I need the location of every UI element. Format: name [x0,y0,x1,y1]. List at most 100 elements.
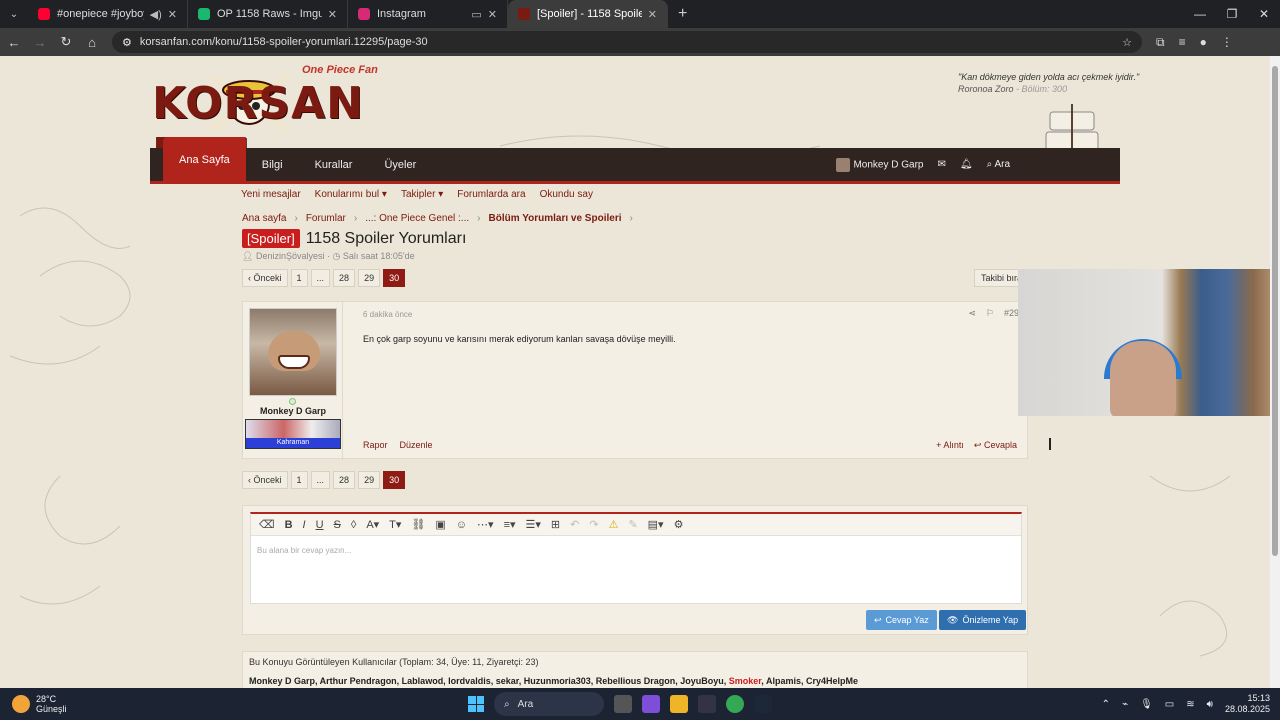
page-link[interactable]: 1 [290,471,308,489]
page-prev[interactable]: ‹ Önceki [242,471,288,489]
subnav-my-threads[interactable]: Konularımı bul ▾ [315,189,387,200]
thread-prefix-badge[interactable]: [Spoiler] [242,229,300,248]
viewer-names[interactable]: Monkey D Garp, Arthur Pendragon, Lablawo… [249,676,729,686]
extensions-icon[interactable]: ⧉ [1156,35,1165,50]
app-icon[interactable] [698,695,716,713]
browser-tab-youtube[interactable]: #onepiece #joyboy - YouTube ◀) ✕ [28,0,188,28]
copilot-icon[interactable] [642,695,660,713]
thread-author[interactable]: DenizinŞövalyesi [256,251,325,261]
weather-widget[interactable]: 28°C Güneşli [12,694,67,714]
thread-time[interactable]: Salı saat 18:05'de [343,251,415,261]
close-tab-icon[interactable]: ✕ [168,8,177,21]
page-scrollbar[interactable] [1270,56,1280,688]
viewer-names[interactable]: , Alpamis, Cry4HelpMe [761,676,858,686]
subnav-watched[interactable]: Takipler ▾ [401,189,443,200]
align-icon[interactable]: ≡▾ [504,518,516,531]
display-icon[interactable]: ▭ [1165,699,1174,710]
back-icon[interactable]: ← [2,30,26,54]
preview-button[interactable]: 👁︎ Önizleme Yap [939,610,1027,630]
clock[interactable]: 15:13 28.08.2025 [1225,693,1270,715]
eraser-icon[interactable]: ⌫ [259,518,275,531]
bookmark-icon[interactable]: ⚐ [986,308,994,319]
home-icon[interactable]: ⌂ [80,30,104,54]
italic-icon[interactable]: I [303,519,306,531]
wifi-icon[interactable]: ≋ [1186,699,1194,710]
pip-icon[interactable]: ▭ [471,8,481,21]
breadcrumb-item[interactable]: ...: One Piece Genel :... [365,213,469,224]
avatar[interactable] [249,308,337,396]
font-size-icon[interactable]: T▾ [389,518,401,531]
subnav-new-posts[interactable]: Yeni mesajlar [241,189,301,200]
speaker-icon[interactable]: ◀) [150,8,162,21]
post-time[interactable]: 6 dakika önce [363,310,412,319]
quote-button[interactable]: + Alıntı [936,440,964,451]
more-icon[interactable]: ⋯▾ [477,518,494,531]
close-tab-icon[interactable]: ✕ [488,8,497,21]
emoji-icon[interactable]: ☺ [456,519,467,531]
tab-search-icon[interactable]: ⌄ [0,0,28,28]
color-icon[interactable]: ◊ [351,519,356,531]
bell-icon[interactable]: 🔔︎ [960,159,973,170]
mic-icon[interactable]: 🎙︎ [1140,699,1153,710]
reload-icon[interactable]: ↻ [54,30,78,54]
page-current[interactable]: 30 [383,471,406,489]
breadcrumb-item[interactable]: Forumlar [306,213,346,224]
address-bar[interactable]: ⚙ korsanfan.com/konu/1158-spoiler-yoruml… [112,31,1142,53]
nav-rules[interactable]: Kurallar [299,147,369,183]
chrome-icon[interactable] [726,695,744,713]
site-logo[interactable]: KORSAN FAN One Piece Fan [152,64,437,180]
new-tab-icon[interactable]: + [668,5,697,23]
share-icon[interactable]: ⋖ [968,308,976,319]
bold-icon[interactable]: B [285,519,293,531]
viewer-name-highlight[interactable]: Smoker [729,676,762,686]
post-number[interactable]: #29 [1004,308,1019,319]
start-icon[interactable] [468,696,484,712]
nav-search[interactable]: ⌕ Ara [987,159,1010,170]
close-tab-icon[interactable]: ✕ [328,8,337,21]
file-explorer-icon[interactable] [670,695,688,713]
close-tab-icon[interactable]: ✕ [648,8,657,21]
breadcrumb-item[interactable]: Ana sayfa [242,213,286,224]
list-icon[interactable]: ☰▾ [526,518,541,531]
subnav-search-forums[interactable]: Forumlarda ara [457,189,525,200]
nav-user-account[interactable]: Monkey D Garp [836,157,924,172]
underline-icon[interactable]: U [316,519,324,531]
network-icon[interactable]: ⌁ [1122,699,1128,710]
minimize-icon[interactable]: — [1184,0,1216,28]
inbox-icon[interactable]: ✉ [938,159,946,170]
close-window-icon[interactable]: ✕ [1248,0,1280,28]
page-link[interactable]: 29 [358,471,381,489]
page-link[interactable]: 28 [333,471,356,489]
page-link[interactable]: 1 [290,269,308,287]
report-button[interactable]: Rapor [363,440,388,450]
post-username[interactable]: Monkey D Garp [243,406,343,416]
nav-home[interactable]: Ana Sayfa [163,136,246,183]
settings-icon[interactable]: ⚙ [674,518,684,531]
page-ellipsis[interactable]: ... [310,269,331,287]
site-info-icon[interactable]: ⚙ [122,36,132,49]
reply-post-button[interactable]: ↩ Cevapla [974,440,1017,451]
volume-icon[interactable]: 🔊︎ [1207,699,1213,710]
table-icon[interactable]: ⊞ [551,518,560,531]
browser-tab-instagram[interactable]: Instagram ▭ ✕ [348,0,508,28]
browser-tab-korsanfan[interactable]: [Spoiler] - 1158 Spoiler Yorumları ✕ [508,0,668,28]
taskbar-search[interactable]: ⌕ Ara [494,692,604,716]
tray-chevron-icon[interactable]: ⌃ [1102,699,1110,710]
profile-icon[interactable]: ● [1200,35,1207,50]
template-icon[interactable]: ▤▾ [648,518,664,531]
link-icon[interactable]: ⛓ [411,518,425,531]
draft-icon[interactable]: ✎ [628,518,637,531]
breadcrumb-item[interactable]: Bölüm Yorumları ve Spoileri [488,213,621,224]
reply-textarea[interactable]: Bu alana bir cevap yazın... [257,546,351,555]
scrollbar-thumb[interactable] [1272,66,1278,556]
font-icon[interactable]: A▾ [366,518,379,531]
bookmark-star-icon[interactable]: ☆ [1122,36,1132,49]
steam-icon[interactable] [754,695,772,713]
page-link[interactable]: 28 [333,269,356,287]
restore-icon[interactable]: ❐ [1216,0,1248,28]
page-prev[interactable]: ‹ Önceki [242,269,288,287]
redo-icon[interactable]: ↷ [589,518,598,531]
browser-tab-imgur[interactable]: OP 1158 Raws - Imgur ✕ [188,0,348,28]
reading-list-icon[interactable]: ≡ [1179,35,1186,50]
subnav-mark-read[interactable]: Okundu say [540,189,593,200]
